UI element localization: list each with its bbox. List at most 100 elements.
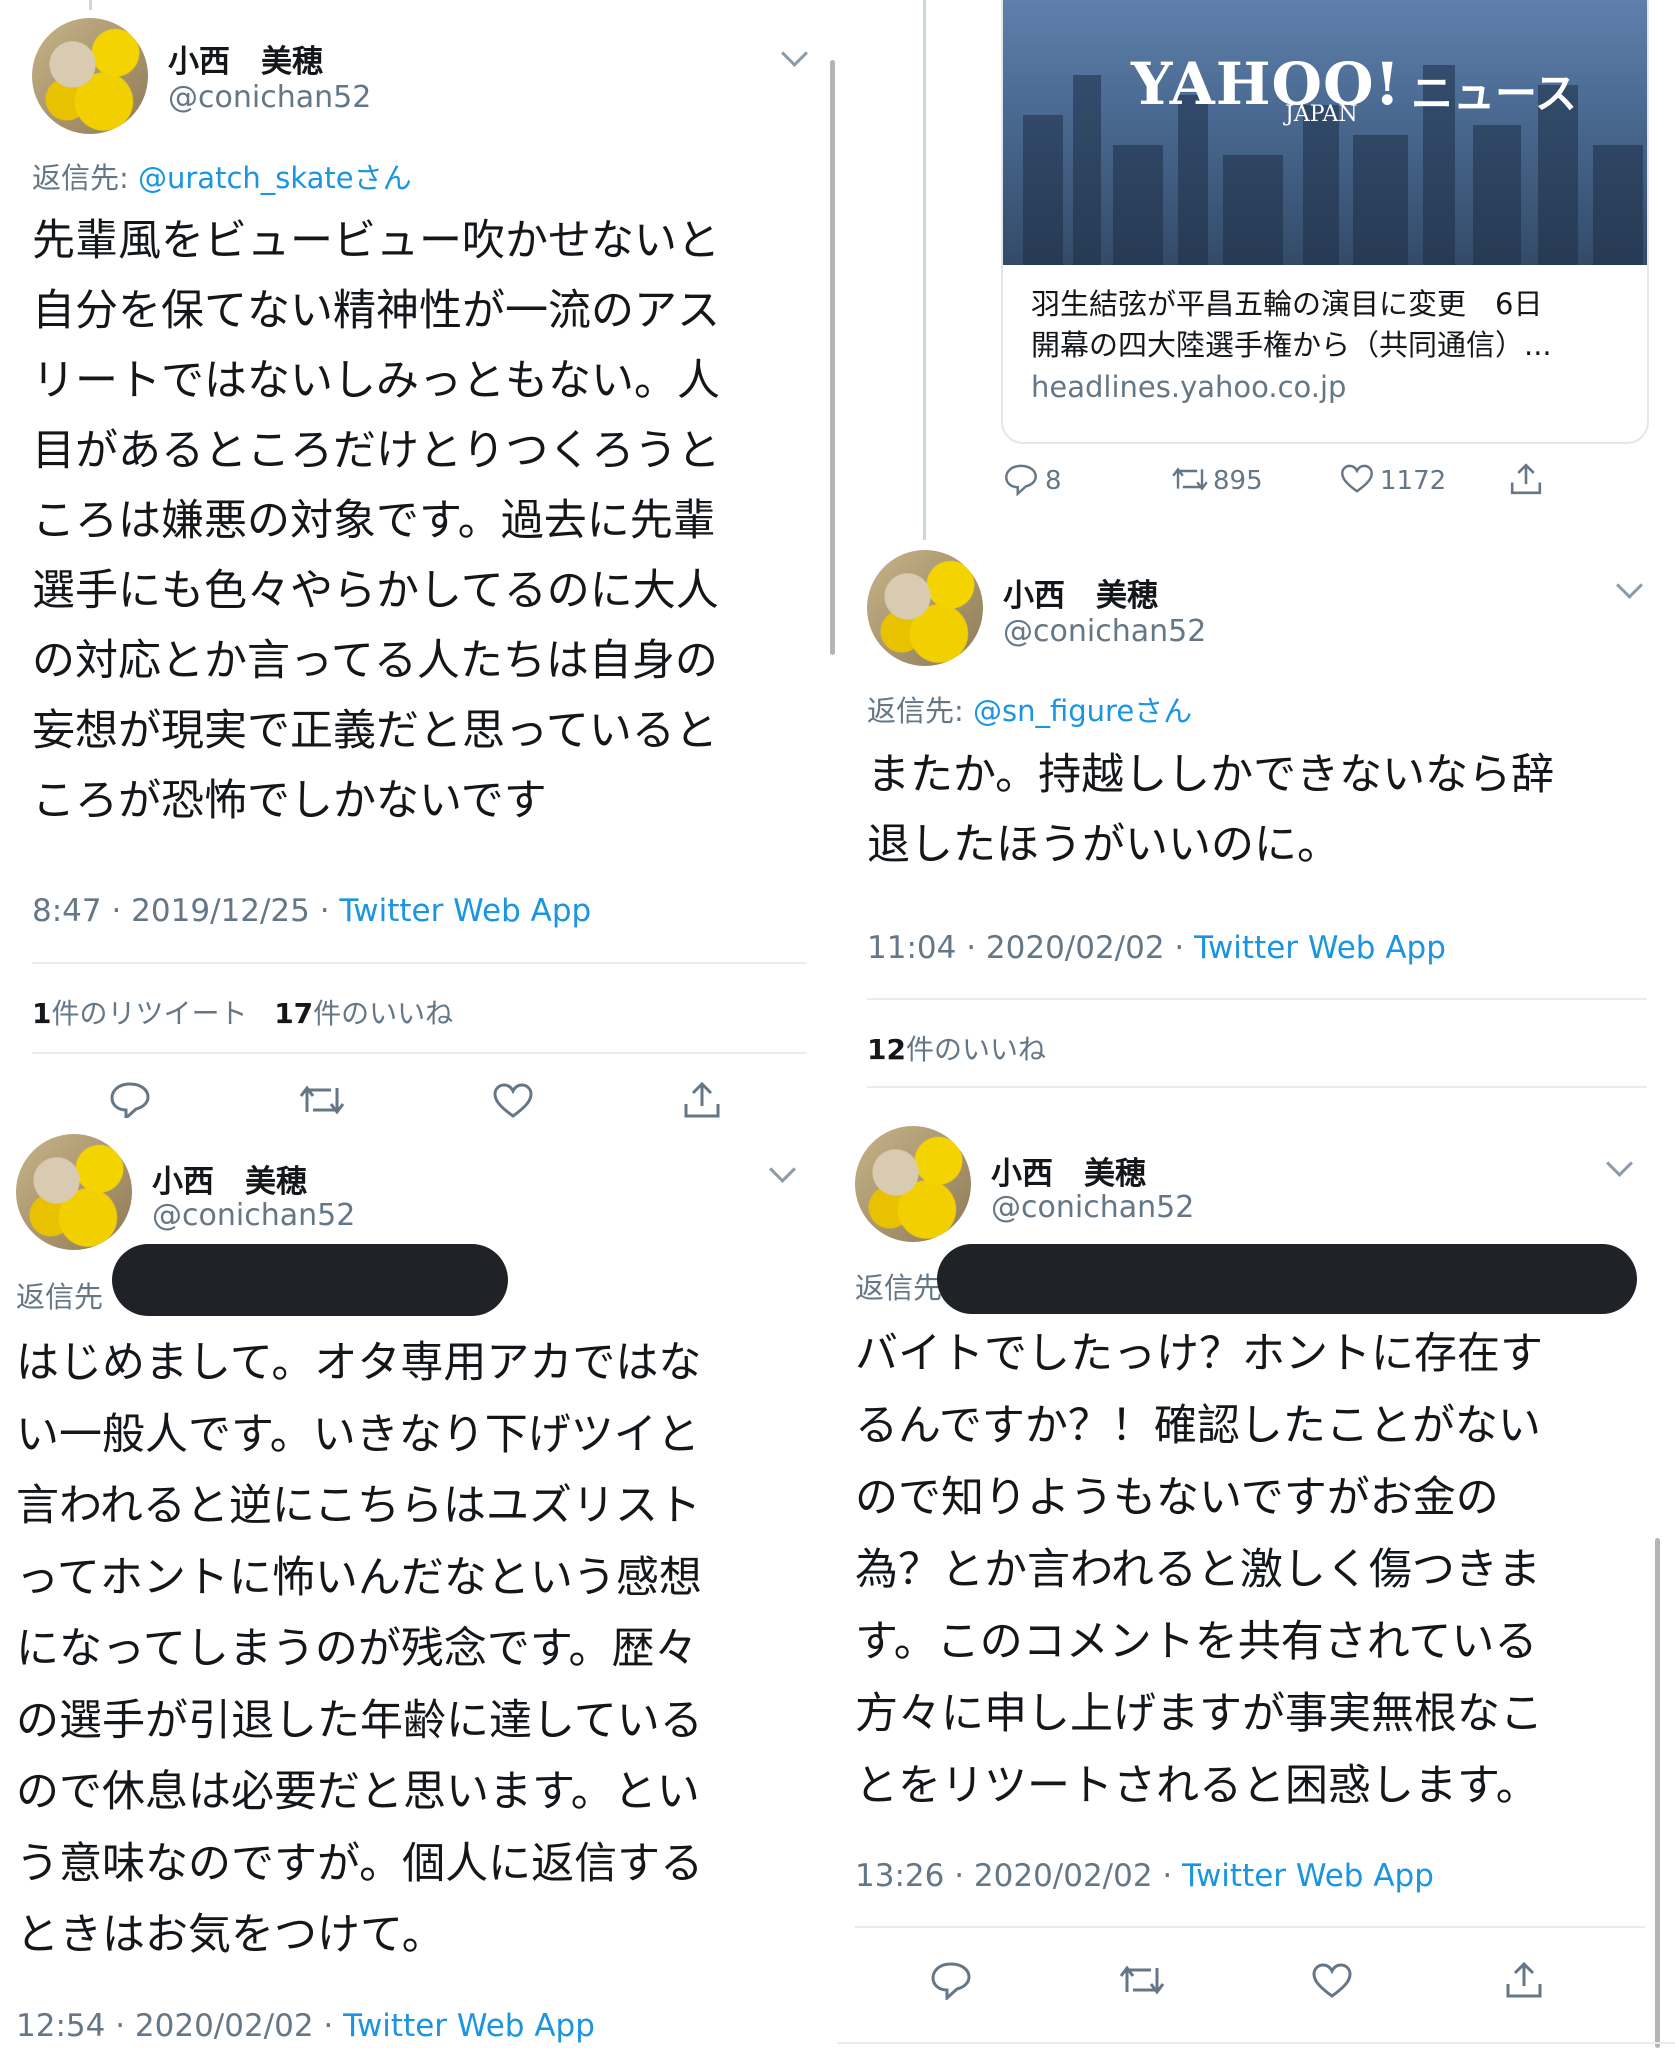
reply-to-link[interactable]: @uratch_skateさん bbox=[138, 161, 412, 195]
reply-to: 返信先: @uratch_skateさん bbox=[32, 155, 412, 197]
reply-icon[interactable] bbox=[108, 1080, 152, 1118]
reply-icon[interactable] bbox=[929, 1960, 973, 2000]
user-handle[interactable]: @conichan52 bbox=[168, 80, 371, 115]
source-app-link[interactable]: Twitter Web App bbox=[343, 2008, 595, 2044]
display-name[interactable]: 小西 美穂 bbox=[152, 1156, 307, 1201]
tweet-line: 退したほうがいいのに。 bbox=[867, 820, 1340, 870]
user-handle[interactable]: @conichan52 bbox=[991, 1190, 1194, 1225]
building bbox=[1473, 125, 1521, 265]
building bbox=[1073, 75, 1101, 265]
redaction-bar bbox=[937, 1244, 1637, 1314]
reply-prefix: 返信先: bbox=[867, 694, 973, 728]
tweet-panel-2: YAHOO! ニュース JAPAN 羽生結弦が平昌五輪の演目に変更 6日 開幕の… bbox=[837, 0, 1675, 1118]
user-handle[interactable]: @conichan52 bbox=[1003, 614, 1206, 649]
tweet-text: またか。持越ししかできないなら辞 退したほうがいいのに。 bbox=[867, 740, 1554, 880]
retweet-count: 1 bbox=[32, 997, 52, 1030]
tweet-line: るんですか？！確認したことがない bbox=[855, 1401, 1541, 1451]
display-name[interactable]: 小西 美穂 bbox=[1003, 570, 1158, 615]
retweet-label: 件のリツイート bbox=[51, 997, 248, 1030]
like-label: 件のいいね bbox=[313, 997, 454, 1030]
tweet-timestamp: 12:54 · 2020/02/02 · Twitter Web App bbox=[16, 2008, 595, 2044]
timestamp-text: 11:04 · 2020/02/02 · bbox=[867, 930, 1195, 966]
building bbox=[1303, 105, 1339, 265]
reply-to: 返信先 bbox=[16, 1274, 103, 1316]
reply-prefix: 返信先: bbox=[32, 161, 138, 195]
retweet-count: 895 bbox=[1213, 466, 1263, 496]
like-count: 17 bbox=[274, 997, 314, 1030]
tweet-line: リートではないしみっともない。人 bbox=[32, 356, 720, 406]
source-app-link[interactable]: Twitter Web App bbox=[339, 893, 591, 929]
card-title-line: 羽生結弦が平昌五輪の演目に変更 6日 bbox=[1031, 287, 1543, 321]
divider bbox=[867, 1086, 1647, 1088]
display-name[interactable]: 小西 美穂 bbox=[168, 36, 323, 81]
tweet-line: ころは嫌悪の対象です。過去に先輩 bbox=[32, 496, 716, 546]
tweet-line: 目があるところだけとりつくろうと bbox=[32, 426, 721, 476]
engagement-stats[interactable]: 12件のいいね bbox=[867, 1028, 1046, 1068]
avatar[interactable] bbox=[855, 1126, 971, 1242]
reply-count: 8 bbox=[1045, 466, 1062, 496]
like-count: 1172 bbox=[1380, 466, 1447, 496]
action-bar bbox=[0, 1078, 837, 1118]
link-card[interactable]: YAHOO! ニュース JAPAN 羽生結弦が平昌五輪の演目に変更 6日 開幕の… bbox=[1001, 0, 1649, 444]
chevron-down-icon[interactable] bbox=[781, 40, 808, 67]
tweet-timestamp: 13:26 · 2020/02/02 · Twitter Web App bbox=[855, 1858, 1434, 1894]
tweet-line: ので休息は必要だと思います。とい bbox=[16, 1767, 700, 1817]
divider bbox=[837, 2042, 1675, 2044]
chevron-down-icon[interactable] bbox=[1606, 1150, 1633, 1177]
card-image bbox=[1003, 0, 1647, 265]
divider bbox=[32, 962, 807, 964]
tweet-line: 選手にも色々やらかしてるのに大人 bbox=[32, 566, 719, 616]
building bbox=[1593, 145, 1643, 265]
user-handle[interactable]: @conichan52 bbox=[152, 1198, 355, 1233]
engagement-stats[interactable]: 1件のリツイート 17件のいいね bbox=[32, 992, 453, 1032]
like-icon[interactable] bbox=[1310, 1962, 1354, 2000]
yahoo-logo-suffix: ニュース bbox=[1411, 69, 1577, 118]
tweet-line: ころが恐怖でしかないです bbox=[32, 776, 547, 826]
source-app-link[interactable]: Twitter Web App bbox=[1182, 1858, 1434, 1894]
divider bbox=[32, 1052, 807, 1054]
tweet-line: とをリツートされると困惑します。 bbox=[855, 1761, 1539, 1811]
reply-to-link[interactable]: @sn_figureさん bbox=[973, 694, 1192, 728]
share-icon[interactable] bbox=[680, 1080, 724, 1118]
chevron-down-icon[interactable] bbox=[1616, 572, 1643, 599]
card-title: 羽生結弦が平昌五輪の演目に変更 6日 開幕の四大陸選手権から（共同通信）... bbox=[1031, 284, 1552, 366]
chevron-down-icon[interactable] bbox=[769, 1156, 796, 1183]
retweet-icon[interactable] bbox=[297, 1082, 347, 1118]
tweet-line: 言われると逆にこちらはユズリスト bbox=[16, 1481, 701, 1531]
divider bbox=[867, 998, 1647, 1000]
reply-to: 返信先: @sn_figureさん bbox=[867, 688, 1192, 730]
display-name[interactable]: 小西 美穂 bbox=[991, 1148, 1146, 1193]
timestamp-text: 13:26 · 2020/02/02 · bbox=[855, 1858, 1183, 1894]
share-icon[interactable] bbox=[1507, 460, 1545, 498]
building bbox=[1353, 135, 1408, 265]
tweet-line: ときはお気をつけて。 bbox=[16, 1910, 445, 1960]
reply-to: 返信先 bbox=[855, 1265, 942, 1307]
tweet-timestamp: 8:47 · 2019/12/25 · Twitter Web App bbox=[32, 893, 591, 929]
like-icon[interactable] bbox=[491, 1082, 535, 1118]
tweet-line: 先輩風をビュービュー吹かせないと bbox=[32, 216, 720, 266]
avatar[interactable] bbox=[867, 550, 983, 666]
yahoo-logo-sub: JAPAN bbox=[1285, 102, 1358, 127]
source-app-link[interactable]: Twitter Web App bbox=[1194, 930, 1446, 966]
like-icon[interactable] bbox=[1339, 463, 1375, 495]
retweet-icon[interactable] bbox=[1117, 1962, 1167, 1998]
share-icon[interactable] bbox=[1502, 1960, 1546, 2000]
tweet-text: はじめまして。オタ専用アカではな い一般人です。いきなり下げツイと 言われると逆… bbox=[16, 1328, 703, 1972]
like-count: 12 bbox=[867, 1033, 906, 1066]
tweet-timestamp: 11:04 · 2020/02/02 · Twitter Web App bbox=[867, 930, 1446, 966]
building bbox=[1113, 145, 1163, 265]
tweet-text: バイトでしたっけ？ホントに存在す るんですか？！確認したことがない ので知りよう… bbox=[855, 1318, 1543, 1822]
retweet-icon[interactable] bbox=[1170, 464, 1210, 494]
scrollbar[interactable] bbox=[830, 60, 835, 655]
divider bbox=[855, 1926, 1645, 1928]
reply-icon[interactable] bbox=[1003, 462, 1039, 496]
thread-line bbox=[89, 0, 92, 10]
card-title-line: 開幕の四大陸選手権から（共同通信）... bbox=[1031, 328, 1552, 362]
building bbox=[1023, 115, 1063, 265]
card-domain: headlines.yahoo.co.jp bbox=[1031, 370, 1347, 404]
tweet-panel-3: 小西 美穂 @conichan52 返信先 はじめまして。オタ専用アカではな い… bbox=[0, 1118, 837, 2048]
avatar[interactable] bbox=[32, 18, 148, 134]
redaction-bar bbox=[112, 1244, 508, 1316]
avatar[interactable] bbox=[16, 1134, 132, 1250]
tweet-line: になってしまうのが残念です。歴々 bbox=[16, 1624, 698, 1674]
